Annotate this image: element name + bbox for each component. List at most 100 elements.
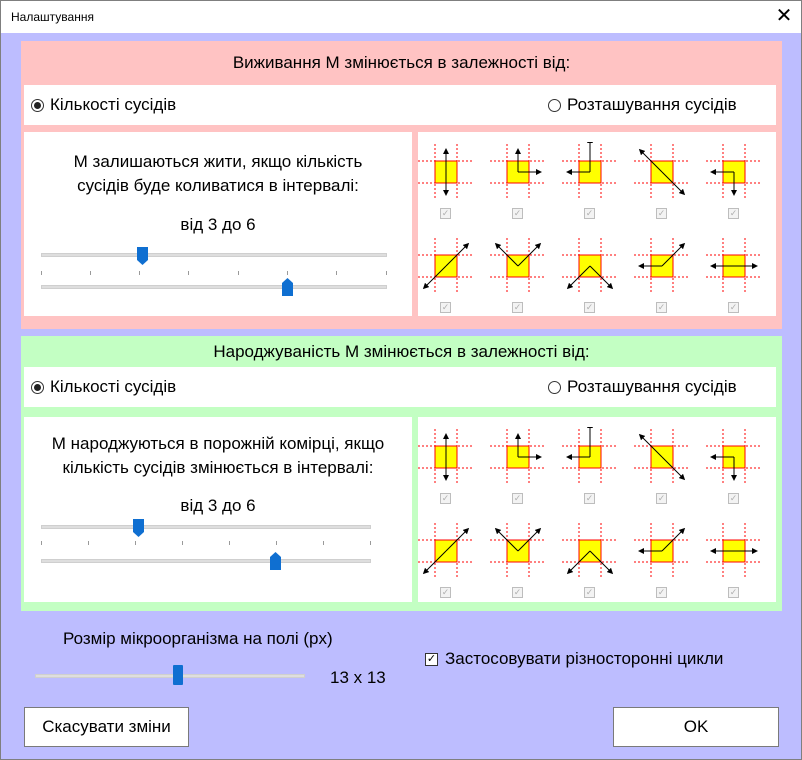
survival-pattern-checkbox[interactable]: ✓ [440, 302, 451, 313]
up-up-left-arrows-icon [562, 142, 618, 200]
survival-pattern-cell: ✓ [416, 236, 476, 316]
birth-pattern-checkbox[interactable]: ✓ [440, 493, 451, 504]
upleft-downright-arrows-icon [634, 429, 690, 485]
size-slider-track[interactable] [35, 674, 305, 678]
left-right-arrows-icon [706, 238, 762, 294]
survival-pattern-checkbox[interactable]: ✓ [440, 208, 451, 219]
birth-pattern-cell: ✓ [632, 521, 692, 601]
left-upright-arrows-icon [634, 523, 690, 579]
survival-radio-count-label: Кількості сусідів [50, 95, 177, 114]
downleft-downright-arrows-icon [562, 238, 618, 294]
two-sided-cycles-label: Застосовувати різносторонні цикли [445, 649, 724, 668]
birth-section: Народжуваність М змінюється в залежності… [21, 336, 782, 611]
radio-unselected-icon [548, 380, 561, 394]
birth-pattern-cell: ✓ [704, 521, 764, 601]
left-right-arrows-icon [706, 523, 762, 579]
birth-pattern-checkbox[interactable]: ✓ [728, 587, 739, 598]
birth-description-line2: кількість сусідів змінюється в інтервалі… [62, 458, 374, 477]
birth-heading: Народжуваність М змінюється в залежності… [213, 342, 590, 361]
birth-description-line1: М народжуються в порожній комірці, якщо [51, 434, 385, 453]
survival-count-panel: М залишаються жити, якщо кількість сусід… [24, 132, 412, 316]
radio-selected-icon [31, 98, 44, 112]
birth-pattern-checkbox[interactable]: ✓ [440, 587, 451, 598]
birth-pattern-cell: ✓ [488, 521, 548, 601]
survival-description: М залишаються жити, якщо кількість сусід… [24, 150, 412, 198]
survival-pattern-cell: ✓ [632, 236, 692, 316]
close-icon[interactable]: ✕ [767, 1, 801, 33]
ok-button[interactable]: OK [613, 707, 779, 747]
survival-max-slider-thumb[interactable] [282, 278, 293, 296]
survival-radio-count[interactable]: Кількості сусідів [31, 95, 176, 115]
survival-pattern-cell: ✓ [488, 236, 548, 316]
birth-max-slider-thumb[interactable] [270, 552, 281, 570]
window-title: Налаштування [11, 10, 94, 24]
survival-radio-position-label: Розташування сусідів [567, 95, 737, 114]
birth-pattern-checkbox[interactable]: ✓ [584, 587, 595, 598]
birth-pattern-cell: ✓ [704, 427, 764, 507]
up-right-arrows-icon [490, 144, 546, 200]
birth-pattern-checkbox[interactable]: ✓ [728, 493, 739, 504]
birth-pattern-checkbox[interactable]: ✓ [584, 493, 595, 504]
size-label: Розмір мікроорганізма на полі (px) [63, 629, 333, 648]
radio-selected-icon [31, 380, 44, 394]
birth-min-slider-track[interactable] [41, 525, 371, 529]
birth-pattern-checkbox[interactable]: ✓ [512, 493, 523, 504]
birth-pattern-checkbox[interactable]: ✓ [656, 493, 667, 504]
survival-min-slider-track[interactable] [41, 253, 387, 257]
birth-pattern-cell: ✓ [560, 521, 620, 601]
survival-pattern-checkbox[interactable]: ✓ [728, 208, 739, 219]
survival-description-line1: М залишаються жити, якщо кількість [73, 152, 363, 171]
survival-pattern-checkbox[interactable]: ✓ [584, 302, 595, 313]
survival-pattern-cell: ✓ [488, 142, 548, 222]
birth-mode-row: Кількості сусідів Розташування сусідів [24, 367, 776, 407]
birth-range-text: від 3 до 6 [180, 496, 256, 515]
upright-downleft-arrows-icon [418, 238, 474, 294]
birth-radio-position[interactable]: Розташування сусідів [548, 377, 737, 397]
up-up-left-arrows-icon [562, 427, 618, 485]
cancel-button[interactable]: Скасувати зміни [24, 707, 189, 747]
title-bar: Налаштування ✕ [1, 1, 801, 33]
survival-pattern-cell: ✓ [632, 142, 692, 222]
survival-pattern-checkbox[interactable]: ✓ [584, 208, 595, 219]
birth-description: М народжуються в порожній комірці, якщо … [24, 432, 412, 480]
survival-min-slider-thumb[interactable] [137, 247, 148, 265]
checkbox-checked-icon: ✓ [425, 652, 438, 666]
radio-unselected-icon [548, 98, 561, 112]
survival-pattern-checkbox[interactable]: ✓ [656, 302, 667, 313]
size-slider-thumb[interactable] [173, 665, 183, 685]
survival-heading: Виживання М змінюється в залежності від: [232, 53, 571, 72]
upleft-upright-arrows-icon [490, 238, 546, 294]
birth-max-slider-track[interactable] [41, 559, 371, 563]
survival-pattern-cell: ✓ [704, 236, 764, 316]
birth-pattern-cell: ✓ [632, 427, 692, 507]
birth-slider-ticks [41, 541, 371, 547]
birth-pattern-cell: ✓ [416, 521, 476, 601]
upright-downleft-arrows-icon [418, 523, 474, 579]
birth-pattern-cell: ✓ [416, 427, 476, 507]
settings-window: Налаштування ✕ Виживання М змінюється в … [0, 0, 802, 760]
survival-max-slider-track[interactable] [41, 285, 387, 289]
survival-pattern-checkbox[interactable]: ✓ [512, 302, 523, 313]
left-down-arrows-icon [706, 144, 762, 200]
birth-min-slider-thumb[interactable] [133, 519, 144, 537]
survival-radio-position[interactable]: Розташування сусідів [548, 95, 737, 115]
survival-range-text: від 3 до 6 [180, 215, 256, 234]
up-down-arrows-icon [418, 429, 474, 485]
survival-pattern-checkbox[interactable]: ✓ [728, 302, 739, 313]
downleft-downright-arrows-icon [562, 523, 618, 579]
survival-pattern-cell: ✓ [416, 142, 476, 222]
birth-radio-count[interactable]: Кількості сусідів [31, 377, 176, 397]
survival-pattern-cell: ✓ [560, 236, 620, 316]
two-sided-cycles-checkbox[interactable]: ✓ Застосовувати різносторонні цикли [425, 649, 723, 669]
size-value: 13 x 13 [330, 668, 386, 687]
survival-pattern-checkbox[interactable]: ✓ [512, 208, 523, 219]
left-down-arrows-icon [706, 429, 762, 485]
birth-pattern-checkbox[interactable]: ✓ [656, 587, 667, 598]
birth-radio-count-label: Кількості сусідів [50, 377, 177, 396]
upleft-downright-arrows-icon [634, 144, 690, 200]
birth-pattern-checkbox[interactable]: ✓ [512, 587, 523, 598]
birth-pattern-cell: ✓ [560, 427, 620, 507]
survival-pattern-checkbox[interactable]: ✓ [656, 208, 667, 219]
survival-pattern-cell: ✓ [560, 142, 620, 222]
birth-count-panel: М народжуються в порожній комірці, якщо … [24, 417, 412, 602]
